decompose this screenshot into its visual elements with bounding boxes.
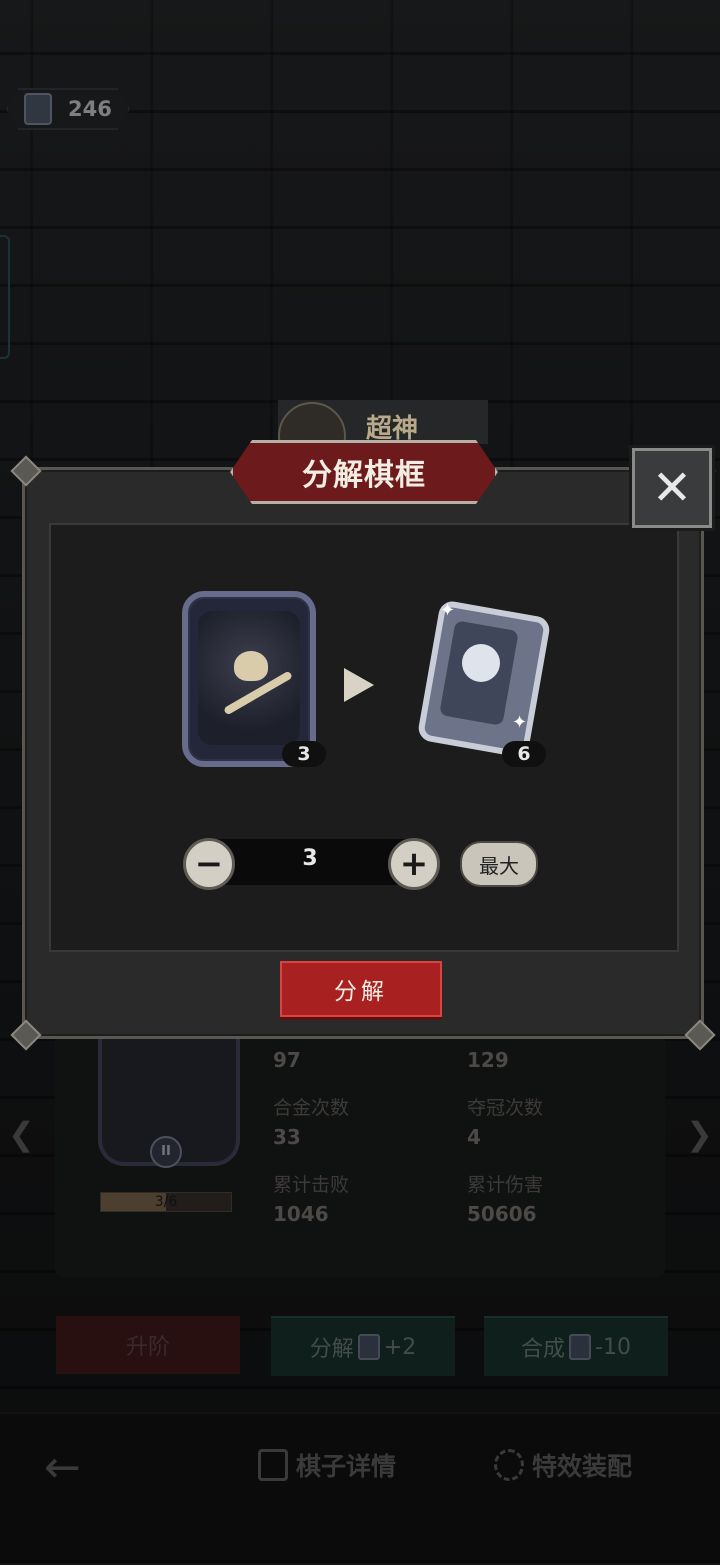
confirm-decompose-button[interactable]: 分解 xyxy=(280,961,442,1017)
plus-icon: + xyxy=(399,844,429,884)
convert-arrow-icon xyxy=(344,668,374,702)
max-button[interactable]: 最大 xyxy=(460,841,538,887)
skull-icon xyxy=(234,651,268,681)
minus-icon: − xyxy=(194,844,224,884)
minus-button[interactable]: − xyxy=(183,838,235,890)
sparkle-icon: ✦ xyxy=(440,600,456,621)
quantity-value: 3 xyxy=(302,846,318,871)
rank-title-plate: 超神 xyxy=(278,400,488,470)
close-button[interactable]: ✕ xyxy=(632,448,712,528)
rank-title: 超神 xyxy=(366,414,419,444)
skeleton-art xyxy=(198,611,300,745)
source-count-badge: 3 xyxy=(282,741,326,767)
dialog-content-area xyxy=(49,523,679,952)
fragment-emblem-icon xyxy=(462,644,500,682)
dialog-title: 分解棋框 xyxy=(230,440,498,504)
decompose-dialog xyxy=(10,455,716,1051)
close-icon: ✕ xyxy=(651,460,693,516)
result-count-badge: 6 xyxy=(502,741,546,767)
plus-button[interactable]: + xyxy=(388,838,440,890)
sparkle-icon: ✦ xyxy=(512,712,528,733)
fragment-reward-icon: ✦ ✦ xyxy=(416,599,552,759)
